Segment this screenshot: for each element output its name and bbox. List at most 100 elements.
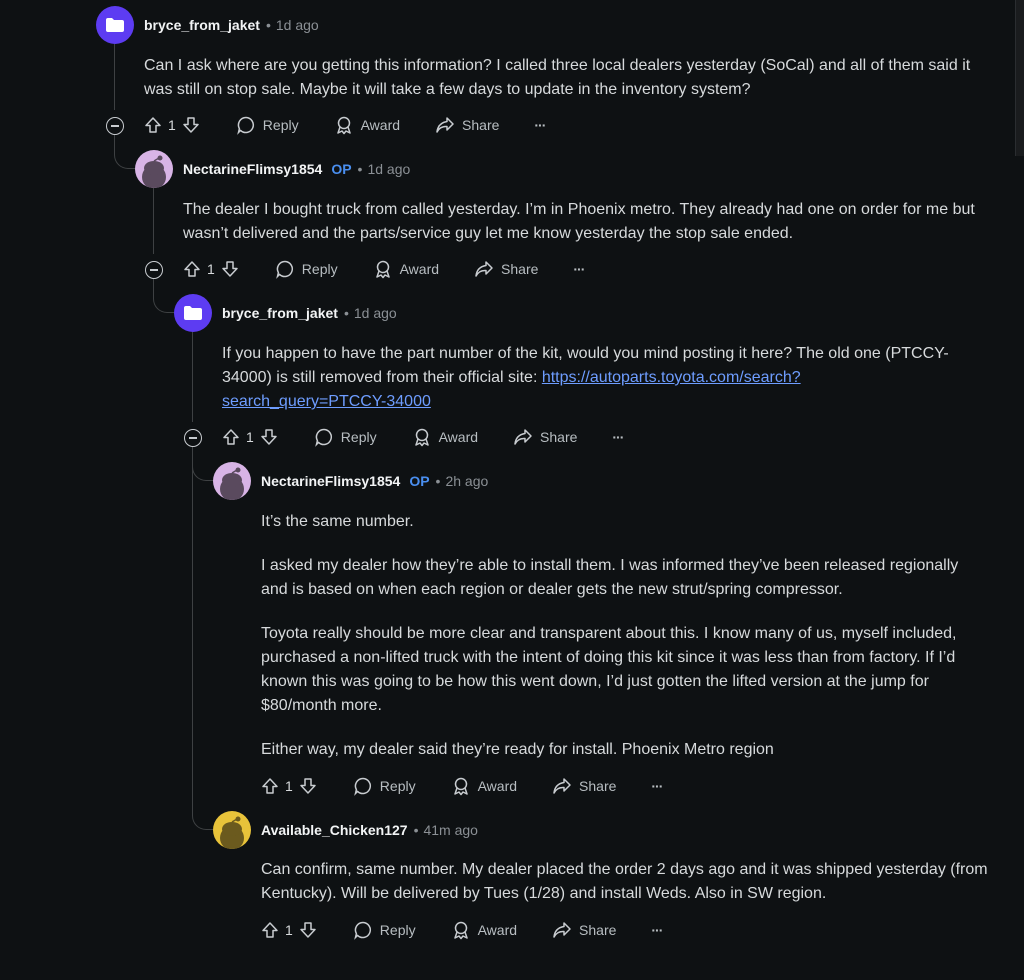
timestamp: • 1d ago xyxy=(343,305,397,321)
thread-branch xyxy=(192,446,213,481)
downvote-icon xyxy=(183,117,199,133)
avatar[interactable] xyxy=(96,6,134,44)
share-icon xyxy=(553,922,571,938)
avatar[interactable] xyxy=(174,294,212,332)
award-icon xyxy=(375,260,390,279)
minus-icon xyxy=(150,269,158,271)
more-options-button[interactable]: ··· xyxy=(651,778,663,794)
comment-actions: 1 Reply Award Share ··· xyxy=(261,774,663,798)
share-button[interactable]: Share xyxy=(513,427,577,447)
share-label: Share xyxy=(540,429,578,445)
reply-label: Reply xyxy=(379,778,416,794)
share-icon xyxy=(436,117,454,133)
award-button[interactable]: Award xyxy=(451,920,517,940)
avatar[interactable] xyxy=(213,811,251,849)
snoo-icon xyxy=(142,155,166,188)
award-icon xyxy=(453,777,468,796)
upvote-button[interactable] xyxy=(144,116,162,134)
comment-body: Can confirm, same number. My dealer plac… xyxy=(261,858,991,926)
collapse-thread-button[interactable] xyxy=(145,261,163,279)
upvote-button[interactable] xyxy=(183,260,201,278)
more-options-button[interactable]: ··· xyxy=(573,261,585,277)
upvote-button[interactable] xyxy=(261,777,279,795)
award-button[interactable]: Award xyxy=(334,115,400,135)
share-button[interactable]: Share xyxy=(474,259,538,279)
comment-body: It’s the same number. I asked my dealer … xyxy=(261,510,981,782)
separator-dot: • xyxy=(413,822,419,838)
comment-bubble-icon xyxy=(353,777,371,796)
reply-button[interactable]: Reply xyxy=(353,776,416,796)
award-button[interactable]: Award xyxy=(412,427,478,447)
award-label: Award xyxy=(399,261,440,277)
comment-text: If you happen to have the part number of… xyxy=(222,345,949,410)
more-options-button[interactable]: ··· xyxy=(651,922,663,938)
snoo-icon xyxy=(220,816,244,849)
scrollbar[interactable] xyxy=(1015,0,1024,156)
share-icon xyxy=(514,429,532,445)
downvote-button[interactable] xyxy=(182,116,200,134)
more-options-button[interactable]: ··· xyxy=(612,429,624,445)
vote-score: 1 xyxy=(168,117,176,133)
award-button[interactable]: Award xyxy=(451,776,517,796)
reply-button[interactable]: Reply xyxy=(236,115,299,135)
avatar[interactable] xyxy=(135,150,173,188)
downvote-button[interactable] xyxy=(299,777,317,795)
collapse-thread-button[interactable] xyxy=(106,117,124,135)
comment-bubble-icon xyxy=(353,921,371,940)
reply-label: Reply xyxy=(379,922,416,938)
comment-bubble-icon xyxy=(314,428,332,447)
share-button[interactable]: Share xyxy=(435,115,499,135)
upvote-button[interactable] xyxy=(261,921,279,939)
reply-button[interactable]: Reply xyxy=(275,259,338,279)
share-label: Share xyxy=(579,922,617,938)
comment-text: Can confirm, same number. My dealer plac… xyxy=(261,861,988,902)
share-icon xyxy=(475,261,493,277)
share-button[interactable]: Share xyxy=(552,776,616,796)
share-button[interactable]: Share xyxy=(552,920,616,940)
folder-icon xyxy=(184,306,202,320)
comment-header: NectarineFlimsy1854 OP • 2h ago xyxy=(213,462,488,500)
author-name[interactable]: NectarineFlimsy1854 xyxy=(183,161,322,177)
avatar[interactable] xyxy=(213,462,251,500)
downvote-button[interactable] xyxy=(260,428,278,446)
comment-header: Available_Chicken127 • 41m ago xyxy=(213,811,478,849)
reply-label: Reply xyxy=(340,429,377,445)
comment-actions: 1 Reply Award Share ··· xyxy=(222,425,624,449)
thread-line xyxy=(192,332,193,422)
vote-score: 1 xyxy=(207,261,215,277)
reply-button[interactable]: Reply xyxy=(353,920,416,940)
award-button[interactable]: Award xyxy=(373,259,439,279)
comment-header: bryce_from_jaket • 1d ago xyxy=(96,6,319,44)
upvote-icon xyxy=(184,261,200,277)
comment-body: The dealer I bought truck from called ye… xyxy=(183,198,983,266)
share-icon xyxy=(553,778,571,794)
minus-icon xyxy=(111,125,119,127)
comment-actions: 1 Reply Award Share ··· xyxy=(261,918,663,942)
thread-branch xyxy=(153,278,174,313)
separator-dot: • xyxy=(357,161,363,177)
downvote-icon xyxy=(300,922,316,938)
upvote-button[interactable] xyxy=(222,428,240,446)
reply-button[interactable]: Reply xyxy=(314,427,377,447)
upvote-icon xyxy=(262,922,278,938)
author-name[interactable]: NectarineFlimsy1854 xyxy=(261,473,400,489)
collapse-thread-button[interactable] xyxy=(184,429,202,447)
author-name[interactable]: bryce_from_jaket xyxy=(144,17,260,33)
more-options-button[interactable]: ··· xyxy=(534,117,546,133)
award-label: Award xyxy=(360,117,401,133)
downvote-button[interactable] xyxy=(221,260,239,278)
upvote-icon xyxy=(262,778,278,794)
op-badge: OP xyxy=(409,473,430,489)
comment-text: Either way, my dealer said they’re ready… xyxy=(261,741,774,758)
more-icon: ··· xyxy=(612,429,624,445)
separator-dot: • xyxy=(435,473,441,489)
downvote-button[interactable] xyxy=(299,921,317,939)
minus-icon xyxy=(189,437,197,439)
comment-text: The dealer I bought truck from called ye… xyxy=(183,201,975,242)
author-name[interactable]: bryce_from_jaket xyxy=(222,305,338,321)
thread-branch xyxy=(192,796,213,830)
author-name[interactable]: Available_Chicken127 xyxy=(261,822,408,838)
share-label: Share xyxy=(501,261,539,277)
reply-label: Reply xyxy=(301,261,338,277)
folder-icon xyxy=(106,18,124,32)
